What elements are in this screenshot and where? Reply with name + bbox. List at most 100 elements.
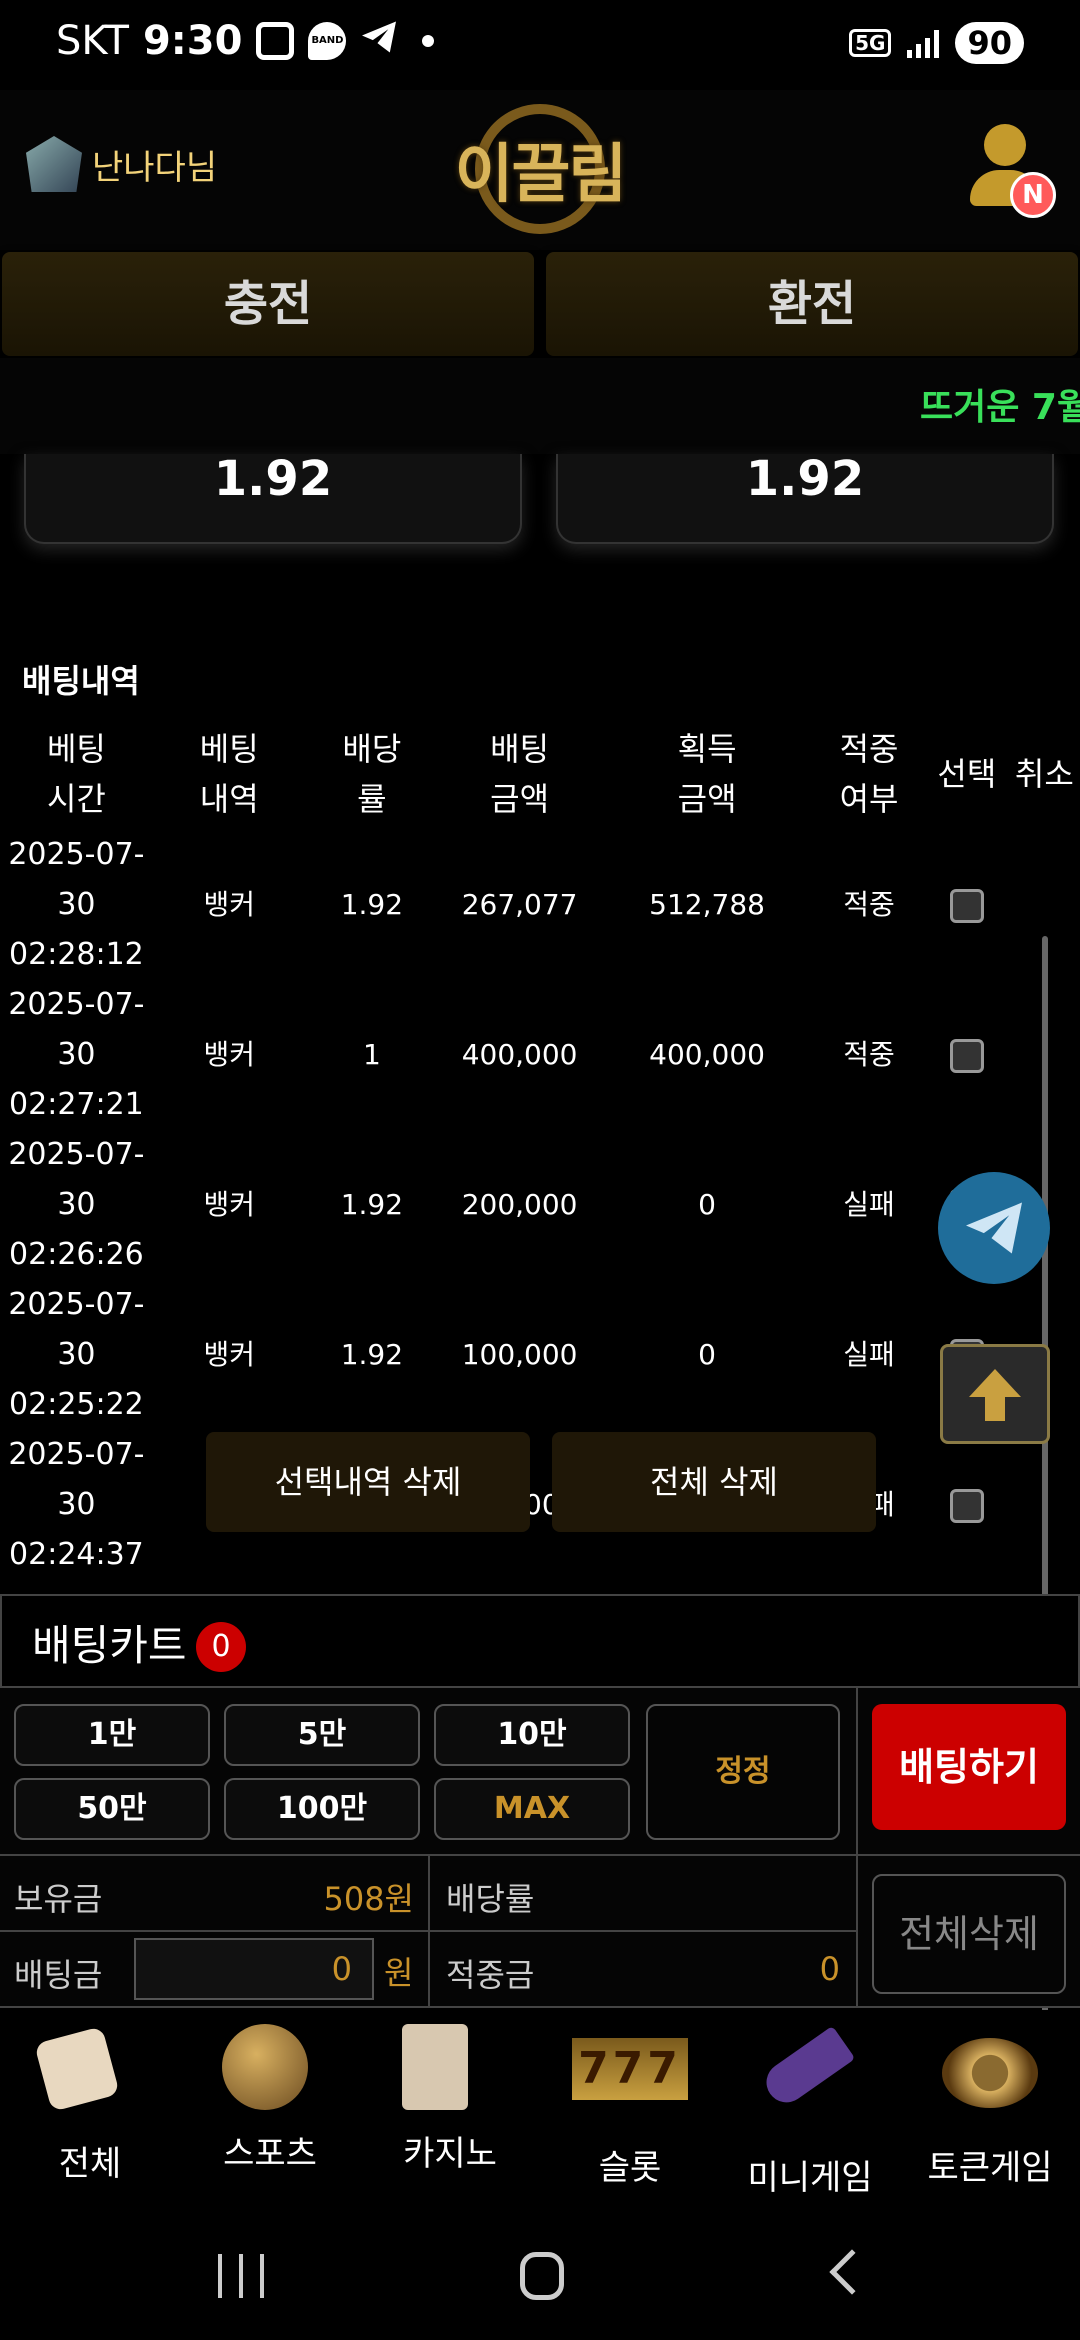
game-category-nav: 전체 스포츠 카지노 777 슬롯 미니게임 토큰게임 (0, 2010, 1080, 2210)
nav-label: 전체 (58, 2144, 122, 2184)
delete-all-button[interactable]: 전체 삭제 (552, 1432, 876, 1532)
bet-result: 적중 (843, 1038, 895, 1071)
row-select-checkbox[interactable] (949, 889, 984, 923)
status-bar: SKT 9:30 BAND 5G 90 (0, 0, 1080, 90)
bet-odds: 1.92 (340, 1188, 404, 1221)
charge-button[interactable]: 충전 (2, 252, 534, 356)
nav-item-all[interactable]: 전체 (0, 2010, 180, 2210)
recent-apps-icon[interactable] (218, 2254, 264, 2298)
home-icon[interactable] (520, 2252, 564, 2300)
chip-500k-button[interactable]: 50만 (14, 1778, 210, 1840)
scroll-top-button[interactable] (940, 1344, 1050, 1444)
divider (856, 1688, 858, 2008)
app-header: 난나다님 이끌림 N (0, 90, 1080, 250)
bet-odds: 1 (362, 1038, 381, 1071)
bet-amount-unit: 원 (384, 1954, 414, 1992)
col-bet-pick: 베팅 내역 (199, 730, 259, 818)
won-amount: 0 (698, 1338, 716, 1371)
odds-card-left[interactable]: 1.92 (24, 454, 522, 544)
bet-amount: 267,077 (461, 888, 578, 921)
nav-item-slot[interactable]: 777 슬롯 (540, 2010, 720, 2210)
nav-item-casino[interactable]: 카지노 (360, 2010, 540, 2210)
bet-time: 2025-07-30 02:24:37 (8, 1437, 145, 1572)
site-logo[interactable]: 이끌림 (440, 94, 640, 244)
odds-label: 배당률 (446, 1880, 535, 1918)
bet-amount: 100,000 (461, 1338, 578, 1371)
user-level-icon (26, 136, 82, 192)
chip-max-button[interactable]: MAX (434, 1778, 630, 1840)
bet-panel: 1만 5만 10만 50만 100만 MAX 정정 배팅하기 전체삭제 보유금 … (0, 1688, 1080, 2008)
history-title: 배팅내역 (22, 662, 140, 700)
place-bet-button[interactable]: 배팅하기 (872, 1704, 1066, 1830)
marquee-text: 뜨거운 7월이 (920, 387, 1080, 428)
win-amount-label: 적중금 (446, 1956, 535, 1994)
bet-time: 2025-07-30 02:28:12 (8, 837, 145, 972)
bet-result: 실패 (843, 1188, 895, 1221)
notice-marquee: 뜨거운 7월이 (0, 358, 1080, 454)
bet-amount-input[interactable]: 0 (134, 1938, 374, 2000)
chip-100k-button[interactable]: 10만 (434, 1704, 630, 1766)
col-odds: 배당 률 (342, 730, 402, 818)
divider (428, 1856, 430, 2008)
profile-button[interactable]: N (960, 124, 1056, 224)
odds-card-right[interactable]: 1.92 (556, 454, 1054, 544)
nav-item-minigame[interactable]: 미니게임 (720, 2010, 900, 2210)
chip-1m-button[interactable]: 100만 (224, 1778, 420, 1840)
table-row: 2025-07-30 02:28:12 뱅커 1.92 267,077 512,7… (0, 830, 1080, 980)
bet-cart-header[interactable]: 배팅카트 0 (0, 1594, 1080, 1688)
won-amount: 512,788 (649, 888, 765, 921)
user-info[interactable]: 난나다님 (26, 136, 217, 192)
clear-all-button[interactable]: 전체삭제 (872, 1874, 1066, 1994)
col-won-amount: 획득 금액 (677, 730, 737, 818)
col-bet-amount: 배팅 금액 (490, 730, 550, 818)
nav-label: 토큰게임 (927, 2148, 1053, 2188)
exchange-button[interactable]: 환전 (546, 252, 1078, 356)
delete-selected-button[interactable]: 선택내역 삭제 (206, 1432, 530, 1532)
slot-777-icon: 777 (572, 2038, 688, 2100)
nav-item-sports[interactable]: 스포츠 (180, 2010, 360, 2210)
bet-odds: 1.92 (340, 1338, 404, 1371)
back-icon[interactable] (829, 2249, 875, 2295)
more-notifications-dot (422, 35, 435, 47)
nav-item-token-game[interactable]: 토큰게임 (900, 2010, 1080, 2210)
bet-time: 2025-07-30 02:25:22 (8, 1287, 145, 1422)
divider (856, 1854, 1080, 1856)
table-row: 2025-07-3002:24:37 뱅커 1.92 100,000 0 실패 (0, 1430, 1080, 1580)
telegram-button[interactable] (938, 1172, 1050, 1284)
col-cancel: 취소 (1014, 755, 1074, 793)
col-select: 선택 (937, 755, 997, 793)
chip-10k-button[interactable]: 1만 (14, 1704, 210, 1766)
logo-text: 이끌림 (454, 138, 628, 212)
table-row: 2025-07-30 02:26:26 뱅커 1.92 200,000 0 실패 (0, 1130, 1080, 1280)
won-amount: 0 (698, 1188, 716, 1221)
row-select-checkbox[interactable] (949, 1039, 984, 1073)
soccer-ball-icon (222, 2024, 308, 2110)
nav-label: 카지노 (403, 2134, 497, 2174)
bet-pick: 뱅커 (203, 1338, 255, 1371)
bet-pick: 뱅커 (203, 1188, 255, 1221)
screenshot-icon (256, 22, 295, 60)
roulette-icon (942, 2038, 1038, 2108)
bet-time: 2025-07-30 02:27:21 (8, 987, 145, 1122)
arrow-up-icon (969, 1369, 1021, 1421)
dice-icon (34, 2026, 120, 2112)
correct-button[interactable]: 정정 (646, 1704, 840, 1840)
system-nav-bar (0, 2210, 1080, 2340)
row-select-checkbox[interactable] (949, 1489, 984, 1523)
telegram-notification-icon (360, 18, 398, 64)
bet-odds: 1.92 (340, 888, 404, 921)
signal-icon (907, 28, 940, 58)
bet-pick: 뱅커 (203, 888, 255, 921)
bet-pick: 뱅커 (203, 1038, 255, 1071)
cart-title: 배팅카트 (32, 1621, 187, 1670)
chip-50k-button[interactable]: 5만 (224, 1704, 420, 1766)
rocket-icon (758, 2025, 856, 2111)
bet-time: 2025-07-30 02:26:26 (8, 1137, 145, 1272)
cards-icon (402, 2024, 468, 2110)
bet-result: 적중 (843, 888, 895, 921)
bet-amount-label: 배팅금 (14, 1956, 103, 1994)
table-row: 2025-07-30 02:25:22 뱅커 1.92 100,000 0 실패 (0, 1280, 1080, 1430)
cart-count-badge: 0 (196, 1622, 246, 1672)
network-type-icon: 5G (849, 29, 892, 57)
band-app-icon: BAND (308, 22, 347, 60)
